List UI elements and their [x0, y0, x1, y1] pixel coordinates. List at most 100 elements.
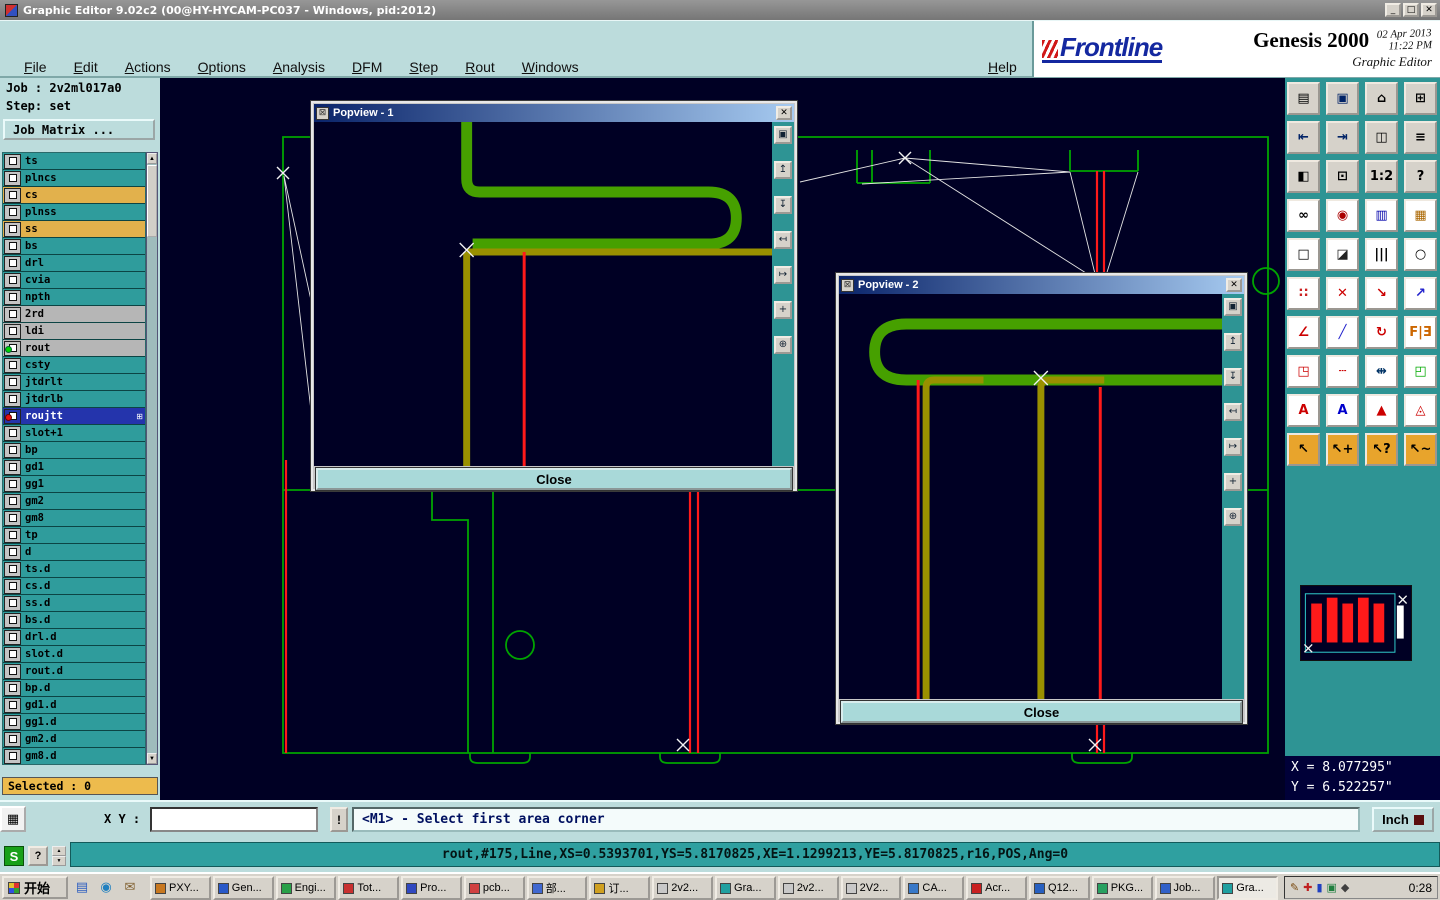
ime-icon[interactable]: S: [4, 846, 24, 866]
start-button[interactable]: 开始: [2, 876, 68, 899]
app-icon[interactable]: [5, 3, 18, 17]
layer-checkbox[interactable]: [4, 629, 21, 645]
history-spinner[interactable]: ▲ ▼: [52, 846, 66, 866]
toolbar-button[interactable]: A: [1326, 394, 1359, 427]
menu-item[interactable]: Rout: [465, 59, 495, 75]
menu-item[interactable]: File: [24, 59, 47, 75]
xy-input[interactable]: [150, 807, 318, 832]
taskbar-task-button[interactable]: Gra...: [715, 876, 776, 900]
taskbar-task-button[interactable]: Engi...: [275, 876, 337, 900]
layer-checkbox[interactable]: [4, 731, 21, 747]
taskbar-task-button[interactable]: 部...: [526, 876, 588, 900]
layer-checkbox[interactable]: [4, 612, 21, 628]
taskbar-task-button[interactable]: 2v2...: [652, 876, 714, 900]
toolbar-button[interactable]: ∞: [1287, 199, 1320, 232]
popview-2-close-button[interactable]: Close: [840, 700, 1243, 724]
toolbar-button[interactable]: ↖: [1287, 433, 1320, 466]
menu-item[interactable]: Actions: [125, 59, 171, 75]
close-button[interactable]: ✕: [1421, 3, 1437, 17]
layer-checkbox[interactable]: [4, 663, 21, 679]
toolbar-button[interactable]: ▥: [1365, 199, 1398, 232]
popview-2-canvas[interactable]: [839, 294, 1222, 699]
toolbar-button[interactable]: ▤: [1287, 82, 1320, 115]
menu-item[interactable]: Edit: [74, 59, 98, 75]
layer-checkbox[interactable]: [4, 204, 21, 220]
popview-tool-button[interactable]: ↤: [1224, 403, 1242, 421]
toolbar-button[interactable]: ⇹: [1365, 355, 1398, 388]
layer-checkbox[interactable]: [4, 544, 21, 560]
layer-checkbox[interactable]: [4, 391, 21, 407]
spinner-down-icon[interactable]: ▼: [52, 856, 66, 866]
popview-tool-button[interactable]: ↧: [774, 196, 792, 214]
layer-row[interactable]: drl: [3, 255, 145, 272]
layer-checkbox[interactable]: [4, 476, 21, 492]
toolbar-button[interactable]: □: [1287, 238, 1320, 271]
layer-row[interactable]: gm2: [3, 493, 145, 510]
layer-checkbox[interactable]: [4, 153, 21, 169]
popview-tool-button[interactable]: +: [1224, 473, 1242, 491]
toolbar-button[interactable]: ◰: [1404, 355, 1437, 388]
layer-row[interactable]: 2rd: [3, 306, 145, 323]
popview-2-titlebar[interactable]: ⊠ Popview - 2 ✕: [839, 276, 1244, 294]
menu-item[interactable]: Analysis: [273, 59, 325, 75]
layer-checkbox[interactable]: [4, 714, 21, 730]
toolbar-button[interactable]: ↖~: [1404, 433, 1437, 466]
layer-row[interactable]: gd1: [3, 459, 145, 476]
maximize-button[interactable]: □: [1403, 3, 1419, 17]
layer-checkbox[interactable]: [4, 527, 21, 543]
taskbar-task-button[interactable]: PXY...: [150, 876, 211, 900]
toolbar-button[interactable]: ▲: [1365, 394, 1398, 427]
layer-row[interactable]: cs.d: [3, 578, 145, 595]
layer-checkbox[interactable]: [4, 272, 21, 288]
menu-item-help[interactable]: Help: [988, 59, 1017, 75]
popview-1-titlebar[interactable]: ⊠ Popview - 1 ✕: [314, 104, 794, 122]
toolbar-button[interactable]: ╱: [1326, 316, 1359, 349]
popview-tool-button[interactable]: ⊕: [1224, 508, 1242, 526]
menu-item[interactable]: Windows: [522, 59, 579, 75]
layer-row[interactable]: gd1.d: [3, 697, 145, 714]
scroll-down-icon[interactable]: ▼: [147, 753, 157, 764]
toolbar-button[interactable]: ⊡: [1326, 160, 1359, 193]
layer-checkbox[interactable]: [4, 221, 21, 237]
layer-row[interactable]: ss.d: [3, 595, 145, 612]
tray-antivirus-icon[interactable]: ✚: [1303, 882, 1312, 893]
spinner-up-icon[interactable]: ▲: [52, 846, 66, 856]
layer-checkbox[interactable]: [4, 646, 21, 662]
toolbar-button[interactable]: ∷: [1287, 277, 1320, 310]
toolbar-button[interactable]: ↻: [1365, 316, 1398, 349]
tray-display-icon[interactable]: ▣: [1327, 882, 1337, 893]
layer-checkbox[interactable]: [4, 510, 21, 526]
layer-checkbox[interactable]: [4, 442, 21, 458]
layer-checkbox[interactable]: [4, 323, 21, 339]
quick-browser-icon[interactable]: ◉: [96, 878, 116, 898]
layer-row[interactable]: d: [3, 544, 145, 561]
layer-checkbox[interactable]: [4, 561, 21, 577]
layer-checkbox[interactable]: [4, 425, 21, 441]
help-small-button[interactable]: ?: [28, 846, 48, 866]
taskbar-task-button[interactable]: 2v2...: [777, 876, 839, 900]
layer-row[interactable]: drl.d: [3, 629, 145, 646]
layer-checkbox[interactable]: [4, 170, 21, 186]
tray-network-icon[interactable]: ▮: [1316, 882, 1322, 893]
tray-pen-icon[interactable]: ✎: [1290, 882, 1299, 893]
minimize-button[interactable]: _: [1385, 3, 1401, 17]
layer-checkbox[interactable]: [4, 255, 21, 271]
layer-row[interactable]: slot+1: [3, 425, 145, 442]
popview-tool-button[interactable]: ↤: [774, 231, 792, 249]
toolbar-button[interactable]: ∠: [1287, 316, 1320, 349]
taskbar-task-button[interactable]: Gen...: [212, 876, 274, 900]
layer-checkbox[interactable]: [4, 595, 21, 611]
layer-row[interactable]: bp.d: [3, 680, 145, 697]
layer-row[interactable]: slot.d: [3, 646, 145, 663]
alert-button[interactable]: !: [330, 807, 348, 832]
taskbar-task-button[interactable]: Q12...: [1028, 876, 1090, 900]
toolbar-button[interactable]: ?: [1404, 160, 1437, 193]
toolbar-button[interactable]: ✕: [1326, 277, 1359, 310]
layer-checkbox[interactable]: [4, 578, 21, 594]
layer-checkbox[interactable]: [4, 340, 21, 356]
popview-1-canvas[interactable]: [314, 122, 772, 466]
layer-checkbox[interactable]: [4, 408, 21, 424]
taskbar-task-button[interactable]: CA...: [903, 876, 965, 900]
command-line[interactable]: rout,#175,Line,XS=0.5393701,YS=5.8170825…: [70, 842, 1440, 867]
toolbar-button[interactable]: ⇥: [1326, 121, 1359, 154]
